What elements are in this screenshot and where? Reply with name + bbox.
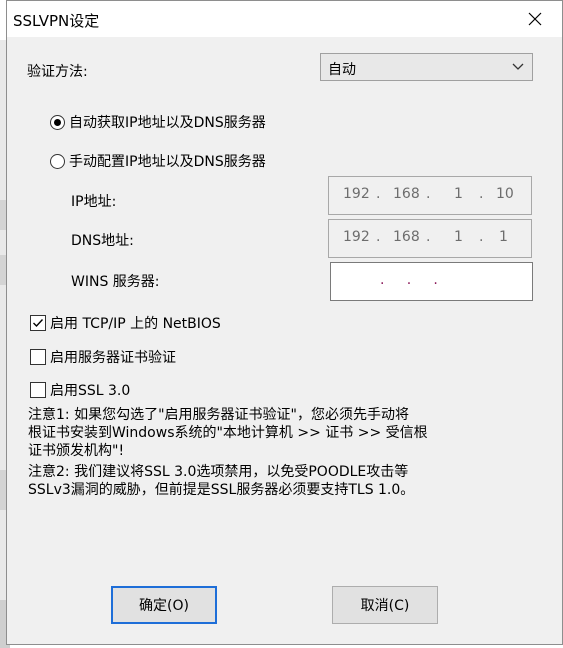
ip-octet-4: 10: [496, 186, 514, 202]
sslvpn-settings-dialog: SSLVPN设定 验证方法: 自动 自动获取IP地址以及DNS服务器 手动配置I…: [6, 0, 563, 645]
radio-auto-ip-label: 自动获取IP地址以及DNS服务器: [69, 115, 266, 131]
dialog-title: SSLVPN设定: [13, 12, 100, 30]
wins-server-field[interactable]: . . .: [330, 262, 533, 301]
cert-verify-option[interactable]: 启用服务器证书验证: [30, 347, 176, 367]
wins-separators: . . .: [380, 272, 438, 288]
ok-button[interactable]: 确定(O): [111, 586, 217, 624]
close-icon: [528, 12, 542, 26]
ssl3-label: 启用SSL 3.0: [50, 383, 131, 399]
ip-octet-1: 192: [343, 186, 370, 202]
netbios-label: 启用 TCP/IP 上的 NetBIOS: [50, 316, 221, 332]
dns-address-field[interactable]: 192 . 168 . 1 . 1: [328, 219, 532, 258]
cert-verify-checkbox[interactable]: [30, 349, 46, 365]
cert-verify-label: 启用服务器证书验证: [50, 350, 176, 366]
dns-octet-2: 168: [393, 229, 420, 245]
radio-manual-ip-button[interactable]: [50, 153, 65, 169]
wins-server-label: WINS 服务器:: [71, 274, 160, 290]
radio-manual-ip-label: 手动配置IP地址以及DNS服务器: [69, 154, 266, 170]
auth-method-select[interactable]: 自动: [320, 53, 533, 81]
chevron-down-icon: [512, 63, 524, 70]
cancel-button[interactable]: 取消(C): [332, 586, 438, 624]
auth-method-label: 验证方法:: [27, 64, 88, 80]
ssl3-checkbox[interactable]: [30, 382, 46, 398]
radio-auto-ip-button[interactable]: [50, 114, 65, 130]
ip-address-label: IP地址:: [71, 194, 117, 210]
radio-auto-ip[interactable]: 自动获取IP地址以及DNS服务器: [50, 112, 266, 132]
dns-octet-1: 192: [343, 229, 370, 245]
ip-octet-2: 168: [393, 186, 420, 202]
ssl3-option[interactable]: 启用SSL 3.0: [30, 380, 130, 400]
netbios-option[interactable]: 启用 TCP/IP 上的 NetBIOS: [30, 313, 221, 333]
checkmark-icon: [33, 319, 44, 328]
ip-address-field[interactable]: 192 . 168 . 1 . 10: [328, 176, 532, 215]
dns-octet-3: 1: [454, 229, 463, 245]
note-ssl3: 注意2: 我们建议将SSL 3.0选项禁用，以免受POODLE攻击等 SSLv3…: [28, 464, 415, 498]
dns-octet-4: 1: [499, 229, 508, 245]
radio-manual-ip[interactable]: 手动配置IP地址以及DNS服务器: [50, 151, 266, 171]
ip-octet-3: 1: [454, 186, 463, 202]
netbios-checkbox[interactable]: [30, 315, 46, 331]
note-cert: 注意1: 如果您勾选了"启用服务器证书验证"，您必须先手动将 根证书安装到Win…: [28, 407, 428, 459]
close-button[interactable]: [512, 1, 558, 37]
title-bar: SSLVPN设定: [7, 1, 562, 37]
auth-method-value: 自动: [328, 62, 356, 78]
dns-address-label: DNS地址:: [71, 233, 134, 249]
